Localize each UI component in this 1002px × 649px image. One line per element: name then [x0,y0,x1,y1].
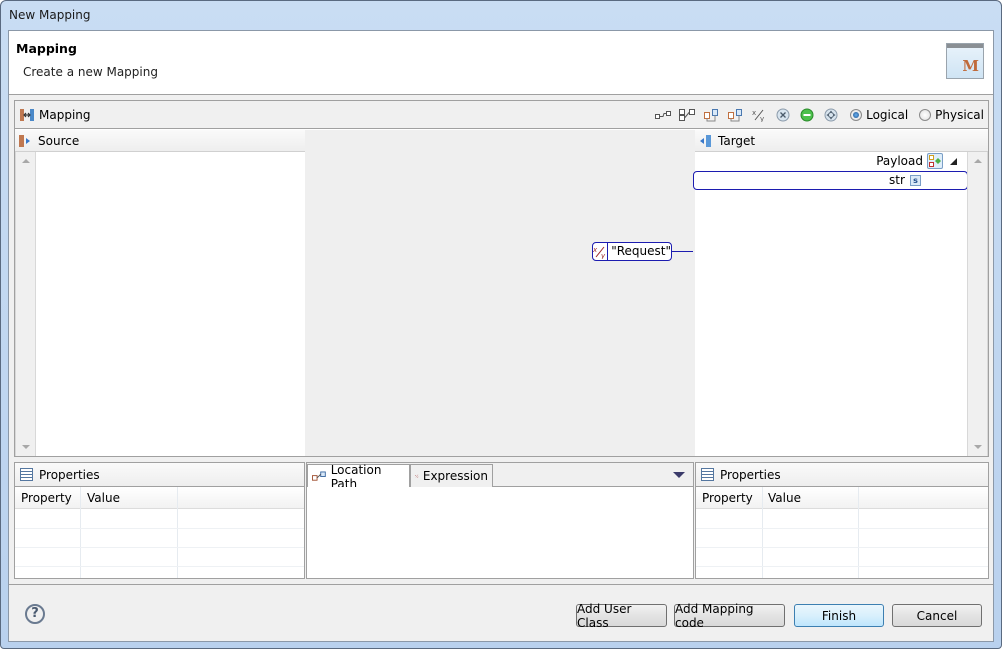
complex-type-icon [927,153,943,169]
tab-bar: Location Path xy Expression [307,463,693,491]
help-icon[interactable]: ? [25,604,45,624]
source-icon [19,135,30,147]
mapping-wizard-icon: M [946,43,984,79]
row-divider [15,566,304,567]
wizard-subheading: Create a new Mapping [23,65,158,79]
properties-header: Properties [696,463,988,487]
constant-expression-node[interactable]: xy "Request" [592,242,672,261]
logical-radio-label: Logical [866,108,909,122]
expression-panel: Location Path xy Expression [306,462,694,579]
svg-text:x: x [752,109,756,117]
target-scrollbar[interactable] [967,152,988,456]
scroll-down-arrow[interactable] [22,445,30,449]
expression-icon[interactable]: xy [750,107,767,124]
column-value[interactable]: Value [87,491,120,505]
row-divider [696,566,988,567]
column-property[interactable]: Property [21,491,72,505]
tree-link-icon[interactable] [678,107,695,124]
mapping-editor: Mapping xy Logical Physical Source Targe… [14,100,989,457]
source-properties-panel: Properties Property Value [14,462,305,579]
add-user-class-button[interactable]: Add User Class [576,602,667,630]
tab-location-path[interactable]: Location Path [307,463,410,491]
tab-expression[interactable]: xy Expression [410,464,493,487]
source-header: Source [15,130,305,152]
status-green-icon[interactable] [798,107,815,124]
new-mapping-dialog: New Mapping Mapping Create a new Mapping… [0,0,1002,649]
tree-node-payload[interactable]: Payload [695,153,965,171]
properties-title: Properties [720,468,781,482]
column-divider [762,487,763,578]
svg-text:y: y [600,252,606,259]
logical-radio-dot[interactable] [850,109,863,121]
row-divider [696,547,988,548]
expression-icon: xy [415,474,419,479]
tree-node-str[interactable]: str s [693,171,968,190]
delete-mapping-icon[interactable] [774,107,791,124]
svg-text:x: x [415,475,417,477]
footer-separator [9,584,993,585]
connect-icon[interactable] [654,107,671,124]
physical-radio[interactable]: Physical [919,108,984,122]
string-type-icon: s [910,175,921,186]
wizard-heading: Mapping [16,41,77,56]
source-title: Source [38,134,80,148]
expression-icon: xy [593,243,609,260]
tab-expression-label: Expression [422,469,488,483]
constant-value: "Request" [611,244,671,258]
target-pane: Target Payload str s [693,130,988,456]
target-tree: Payload str s [693,130,968,456]
mapping-link[interactable] [672,251,693,252]
finish-button[interactable]: Finish [794,604,884,627]
column-divider [858,487,859,578]
add-mapping-code-button[interactable]: Add Mapping code [674,602,785,630]
row-divider [696,528,988,529]
target-properties-panel: Properties Property Value [695,462,989,579]
expand-all-icon[interactable] [702,107,719,124]
properties-header: Properties [15,463,304,487]
editor-header: Mapping xy Logical Physical [15,101,988,129]
scroll-up-arrow[interactable] [22,159,30,163]
svg-text:y: y [417,477,419,479]
properties-icon [701,468,714,481]
collapse-all-icon[interactable] [726,107,743,124]
scroll-up-arrow[interactable] [974,159,982,163]
wizard-banner: Mapping Create a new Mapping M [9,31,993,95]
expanded-arrow-icon[interactable] [950,158,957,165]
logical-radio[interactable]: Logical [850,108,908,122]
properties-table-header: Property Value [15,487,304,509]
column-divider [177,487,178,578]
editor-title: Mapping [39,108,91,122]
title-bar[interactable]: New Mapping [1,1,1001,31]
physical-radio-dot[interactable] [919,109,932,121]
row-divider [15,547,304,548]
cancel-button[interactable]: Cancel [892,604,982,627]
tab-content[interactable] [307,487,693,578]
mapping-icon [20,109,34,121]
properties-table: Property Value [696,487,988,578]
view-menu-icon[interactable] [673,472,685,478]
properties-icon [20,468,33,481]
properties-title: Properties [39,468,100,482]
mapping-canvas[interactable] [305,130,695,456]
properties-table: Property Value [15,487,304,578]
properties-table-header: Property Value [696,487,988,509]
svg-text:x: x [593,246,598,254]
window-title: New Mapping [9,8,91,22]
editor-toolbar: xy Logical Physical [654,106,984,124]
column-property[interactable]: Property [702,491,753,505]
scroll-down-arrow[interactable] [974,445,982,449]
source-pane: Source [15,130,305,456]
payload-label: Payload [876,154,923,168]
source-scrollbar[interactable] [15,152,36,456]
str-label: str [889,173,905,187]
dialog-client-area: Mapping Create a new Mapping M Mapping x… [8,30,994,642]
svg-text:y: y [760,115,764,122]
column-divider [80,487,81,578]
location-path-icon [312,470,326,481]
settings-icon[interactable] [822,107,839,124]
column-value[interactable]: Value [768,491,801,505]
physical-radio-label: Physical [935,108,984,122]
row-divider [15,528,304,529]
